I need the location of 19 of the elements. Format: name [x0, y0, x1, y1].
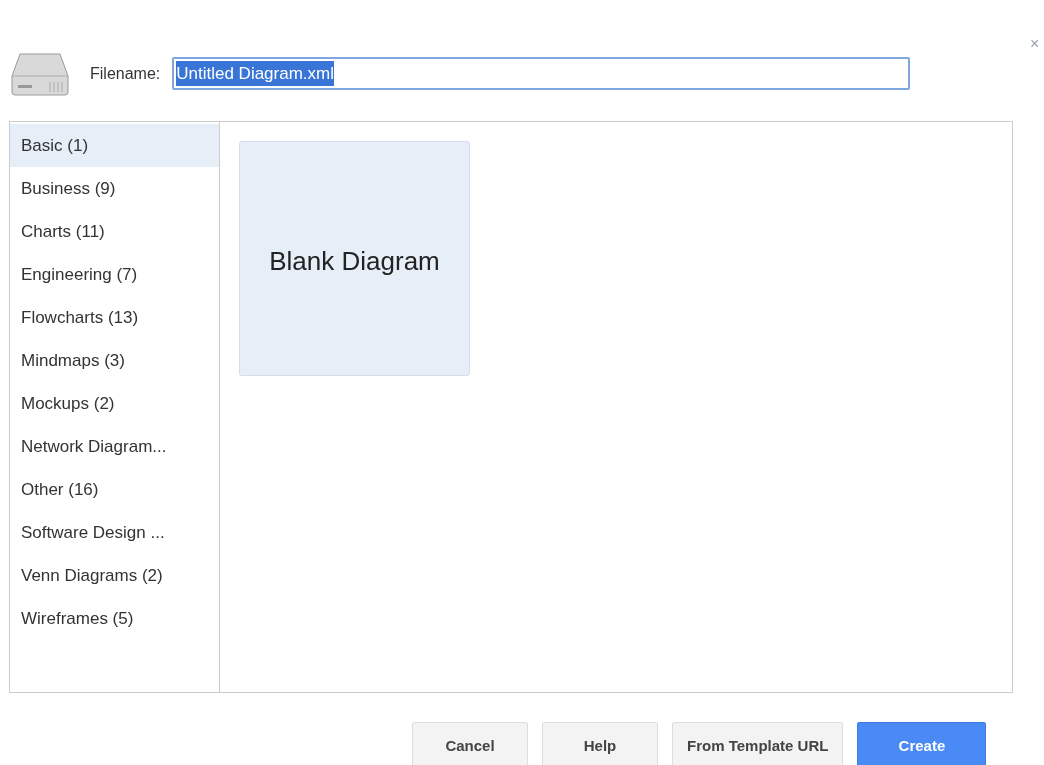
dialog-button[interactable]: Cancel	[412, 722, 528, 765]
category-item[interactable]: Mockups (2)	[10, 382, 219, 425]
category-item[interactable]: Mindmaps (3)	[10, 339, 219, 382]
category-item[interactable]: Network Diagram...	[10, 425, 219, 468]
category-item[interactable]: Engineering (7)	[10, 253, 219, 296]
category-item[interactable]: Business (9)	[10, 167, 219, 210]
category-item[interactable]: Other (16)	[10, 468, 219, 511]
drive-icon	[10, 51, 70, 96]
category-item[interactable]: Basic (1)	[10, 124, 219, 167]
filename-label: Filename:	[90, 63, 161, 84]
category-item[interactable]: Software Design ...	[10, 511, 219, 554]
category-item[interactable]: Charts (11)	[10, 210, 219, 253]
dialog-button[interactable]: Help	[542, 722, 658, 765]
dialog-button[interactable]: From Template URL	[672, 722, 844, 765]
category-item[interactable]: Wireframes (5)	[10, 597, 219, 640]
category-item[interactable]: Venn Diagrams (2)	[10, 554, 219, 597]
category-item[interactable]: Flowcharts (13)	[10, 296, 219, 339]
filename-field[interactable]: Untitled Diagram.xml	[172, 57, 911, 90]
template-tile[interactable]: Blank Diagram	[239, 141, 470, 376]
